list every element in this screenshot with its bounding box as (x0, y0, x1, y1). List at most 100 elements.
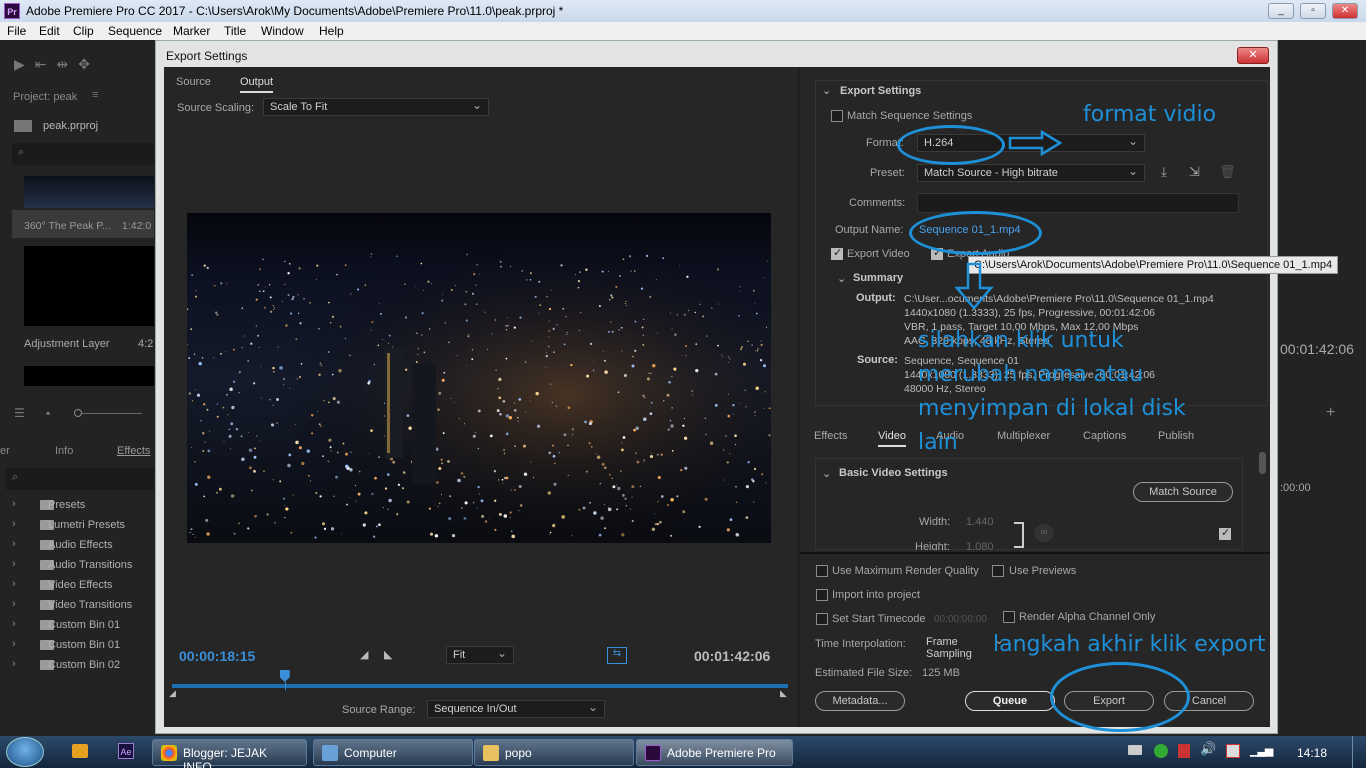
tab-source[interactable]: Source (176, 76, 211, 88)
menu-window[interactable]: Window (261, 24, 304, 38)
current-timecode[interactable]: 00:00:18:15 (179, 648, 255, 664)
razor-icon[interactable]: ✥ (78, 56, 100, 72)
menu-edit[interactable]: Edit (39, 24, 60, 38)
menu-sequence[interactable]: Sequence (108, 24, 162, 38)
list-view-icon[interactable]: ☰ (14, 406, 25, 420)
panel-tab-info[interactable]: Info (55, 445, 73, 457)
start-timecode-label: Set Start Timecode (832, 613, 926, 625)
add-button-icon[interactable]: + (1326, 404, 1335, 422)
effects-search-input[interactable]: ⌕ (6, 468, 154, 490)
tray-update-icon[interactable] (1154, 744, 1168, 758)
metadata-button[interactable]: Metadata... (815, 691, 905, 711)
queue-button[interactable]: Queue (965, 691, 1055, 711)
zoom-slider-track[interactable] (82, 413, 142, 414)
max-render-checkbox[interactable] (816, 565, 828, 577)
after-effects-icon[interactable]: Ae (118, 743, 134, 759)
tab-output[interactable]: Output (240, 76, 274, 93)
effects-audio-transitions[interactable]: › Audio Transitions (12, 558, 152, 574)
fit-select[interactable]: Fit (446, 646, 514, 664)
match-source-button[interactable]: Match Source (1133, 482, 1233, 502)
width-value[interactable]: 1.440 (966, 516, 994, 528)
source-range-select[interactable]: Sequence In/Out (427, 700, 605, 718)
network-signal-icon[interactable]: ▁▃▅ (1250, 744, 1273, 757)
chevron-down-icon[interactable]: ⌄ (822, 467, 831, 480)
show-desktop-button[interactable] (1352, 736, 1366, 768)
ripple-edit-icon[interactable]: ⇹ (57, 56, 79, 72)
zoom-slider-handle[interactable] (74, 409, 82, 417)
taskbar-computer[interactable]: Computer (313, 739, 473, 766)
taskbar-chrome[interactable]: Blogger: JEJAK INFO ... (152, 739, 307, 768)
source-range-bar[interactable] (172, 684, 788, 688)
effects-video-effects[interactable]: › Video Effects (12, 578, 152, 594)
effects-custom-bin-3[interactable]: › Custom Bin 02 (12, 658, 152, 674)
import-project-checkbox[interactable] (816, 589, 828, 601)
adjustment-layer-thumbnail[interactable] (24, 246, 154, 326)
volume-icon[interactable]: 🔊 (1200, 741, 1216, 757)
source-scaling-select[interactable]: Scale To Fit (263, 98, 489, 116)
start-timecode-input[interactable]: 00:00:00:00 (934, 614, 987, 625)
chevron-down-icon[interactable]: ⌄ (837, 272, 846, 285)
comments-input[interactable] (917, 193, 1239, 213)
effects-lumetri-presets[interactable]: › Lumetri Presets (12, 518, 152, 534)
menu-marker[interactable]: Marker (173, 24, 210, 38)
menu-file[interactable]: File (7, 24, 26, 38)
effects-custom-bin-1[interactable]: › Custom Bin 01 (12, 618, 152, 634)
dialog-close-button[interactable]: ✕ (1237, 47, 1269, 64)
effects-presets[interactable]: › Presets (12, 498, 152, 514)
annotation-rename-text: silahkan klik untuk merubah nama atau me… (918, 324, 1186, 460)
effects-custom-bin-2[interactable]: › Custom Bin 01 (12, 638, 152, 654)
effects-video-transitions[interactable]: › Video Transitions (12, 598, 152, 614)
height-label: Height: (915, 541, 950, 550)
out-point-handle-icon[interactable]: ◣ (780, 688, 787, 699)
taskbar-label: Computer (344, 746, 397, 760)
start-button[interactable] (6, 737, 44, 767)
tab-effects[interactable]: Effects (814, 430, 847, 442)
delete-preset-icon[interactable]: 🗑 (1219, 164, 1236, 180)
taskbar-clock[interactable]: 14:18 (1297, 746, 1327, 760)
folder-icon (483, 745, 499, 761)
chevron-down-icon[interactable]: ⌄ (822, 84, 831, 97)
panel-tab-effects[interactable]: Effects (117, 445, 150, 457)
icon-view-icon[interactable]: ▪ (46, 406, 50, 420)
preset-select[interactable]: Match Source - High bitrate (917, 164, 1145, 182)
restore-button[interactable]: ▫ (1300, 3, 1326, 19)
export-video-checkbox[interactable] (831, 246, 843, 260)
use-previews-checkbox[interactable] (992, 565, 1004, 577)
mark-out-icon[interactable]: ◣ (384, 648, 392, 661)
taskbar-folder[interactable]: popo (474, 739, 634, 766)
tray-flag-icon[interactable] (1226, 744, 1240, 758)
menu-clip[interactable]: Clip (73, 24, 94, 38)
in-point-handle-icon[interactable]: ◢ (169, 688, 176, 699)
tray-device-icon[interactable] (1128, 745, 1142, 755)
panel-tab-er[interactable]: er (0, 445, 10, 457)
start-timecode-checkbox[interactable] (816, 613, 828, 625)
project-item-row[interactable]: 360° The Peak P... 1:42:0 (12, 210, 154, 238)
chain-link-icon[interactable]: ∞ (1034, 524, 1054, 542)
aspect-toggle-icon[interactable]: ⇆ (607, 647, 627, 664)
width-override-checkbox[interactable] (1219, 526, 1231, 540)
media-player-icon[interactable] (72, 744, 88, 758)
panel-menu-icon[interactable]: ≡ (92, 89, 98, 101)
clip-thumbnail-360[interactable] (24, 176, 154, 208)
minimize-button[interactable]: _ (1268, 3, 1294, 19)
menu-help[interactable]: Help (319, 24, 344, 38)
close-window-button[interactable]: ✕ (1332, 3, 1358, 19)
project-panel-title[interactable]: Project: peak (13, 91, 77, 103)
import-preset-icon[interactable]: ⇲ (1189, 164, 1200, 180)
effects-audio-effects[interactable]: › Audio Effects (12, 538, 152, 554)
tray-security-icon[interactable] (1178, 744, 1190, 758)
menu-title[interactable]: Title (224, 24, 246, 38)
height-value[interactable]: 1.080 (966, 541, 994, 550)
save-preset-icon[interactable]: ⤓ (1161, 164, 1167, 180)
annotation-export-circle (1050, 662, 1190, 732)
tab-video[interactable]: Video (878, 430, 906, 447)
project-search-input[interactable]: ⌕ (12, 143, 154, 165)
selection-tool-icon[interactable]: ▶ (14, 56, 35, 72)
clip-thumbnail-3[interactable] (24, 366, 154, 386)
track-select-icon[interactable]: ⇤ (35, 56, 57, 72)
mark-in-icon[interactable]: ◢ (360, 648, 368, 661)
match-sequence-checkbox[interactable] (831, 110, 843, 122)
settings-scrollbar[interactable] (1259, 452, 1266, 474)
taskbar-premiere[interactable]: Adobe Premiere Pro ... (636, 739, 793, 768)
render-alpha-checkbox[interactable] (1003, 611, 1015, 623)
